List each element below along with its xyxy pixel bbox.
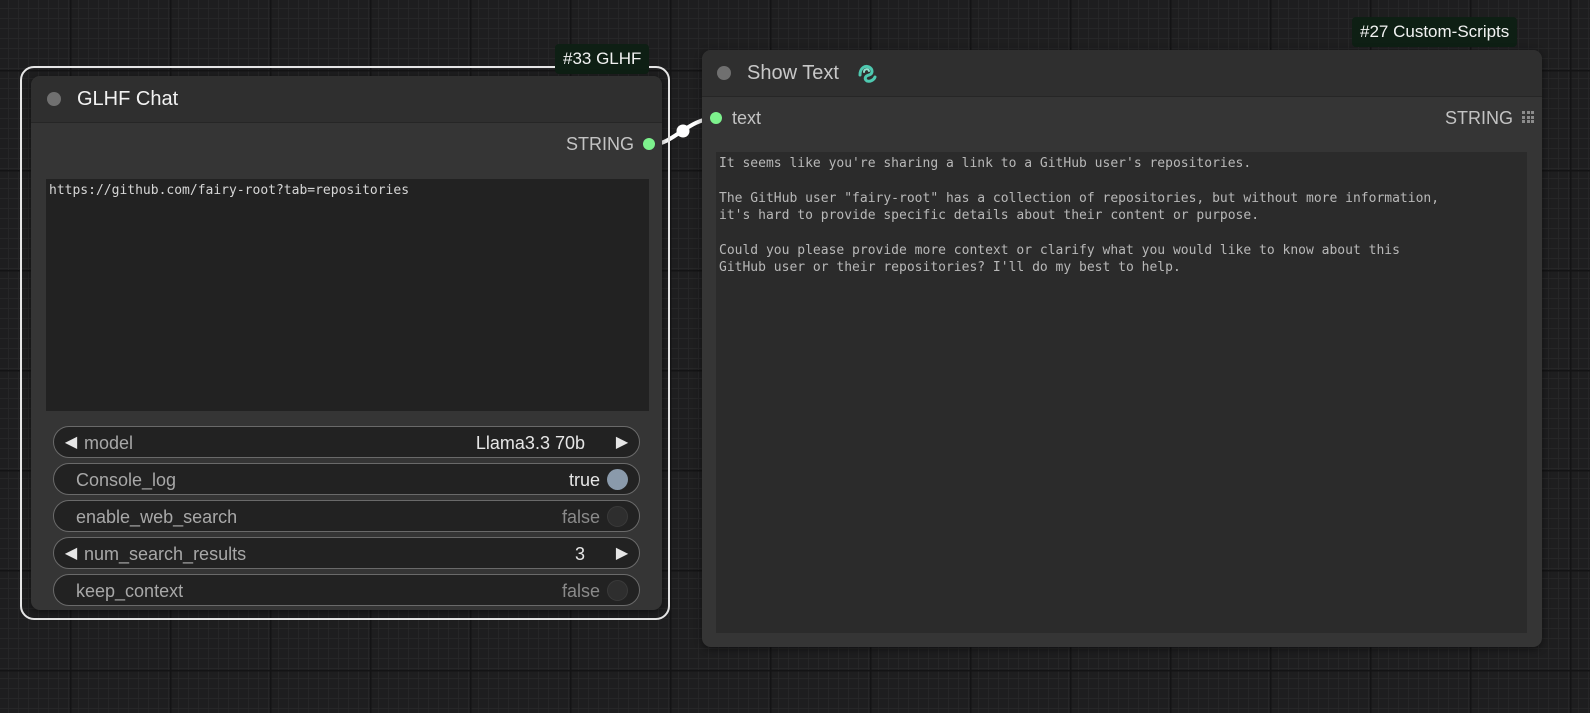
node-title: Show Text (747, 62, 839, 84)
input-slot-text[interactable] (710, 112, 722, 124)
glhf-node-header[interactable]: GLHF Chat (31, 76, 662, 123)
collapse-toggle-icon[interactable] (47, 92, 61, 106)
output-text-display[interactable]: It seems like you're sharing a link to a… (716, 152, 1527, 633)
widget-label: Console_log (76, 470, 177, 490)
output-slot-string[interactable] (643, 138, 655, 150)
link-midpoint-handle[interactable] (676, 124, 690, 138)
list-output-grid-icon[interactable] (1522, 111, 1534, 123)
output-slot-label: STRING (565, 134, 634, 154)
increment-arrow-icon[interactable]: ▶ (612, 433, 632, 453)
widget-label: keep_context (76, 581, 184, 601)
glhf-node-badge: #33 GLHF (555, 44, 650, 74)
widget-value: Llama3.3 70b (475, 433, 585, 453)
widget-value: false (561, 507, 600, 527)
widget-value: 3 (574, 544, 585, 564)
toggle-off-icon[interactable] (607, 506, 628, 527)
widget-value: true (568, 470, 600, 490)
collapse-toggle-icon[interactable] (717, 66, 731, 80)
widget-value: false (561, 581, 600, 601)
custom-scripts-snake-icon (858, 64, 877, 83)
glhf-chat-node[interactable]: GLHF Chat STRING https://github.com/fair… (31, 76, 662, 610)
show-text-node[interactable]: Show Text text STRING It seems like you'… (702, 50, 1542, 647)
node-title: GLHF Chat (77, 88, 179, 110)
decrement-arrow-icon[interactable]: ◀ (61, 544, 81, 564)
decrement-arrow-icon[interactable]: ◀ (61, 433, 81, 453)
increment-arrow-icon[interactable]: ▶ (612, 544, 632, 564)
input-slot-label: text (732, 108, 762, 128)
output-slot-label: STRING (1444, 108, 1513, 128)
widget-label: model (84, 433, 134, 453)
toggle-off-icon[interactable] (607, 580, 628, 601)
prompt-textarea[interactable]: https://github.com/fairy-root?tab=reposi… (46, 179, 649, 411)
toggle-on-icon[interactable] (607, 469, 628, 490)
enable-web-search-toggle[interactable]: enable_web_search false (53, 500, 640, 532)
show-text-node-badge: #27 Custom-Scripts (1352, 17, 1518, 47)
widget-label: enable_web_search (76, 507, 238, 527)
model-combo-widget[interactable]: ◀ model Llama3.3 70b ▶ (53, 426, 640, 458)
widget-label: num_search_results (84, 544, 247, 564)
show-text-node-header[interactable]: Show Text (702, 50, 1542, 97)
console-log-toggle[interactable]: Console_log true (53, 463, 640, 495)
keep-context-toggle[interactable]: keep_context false (53, 574, 640, 606)
num-search-results-number-widget[interactable]: ◀ num_search_results 3 ▶ (53, 537, 640, 569)
